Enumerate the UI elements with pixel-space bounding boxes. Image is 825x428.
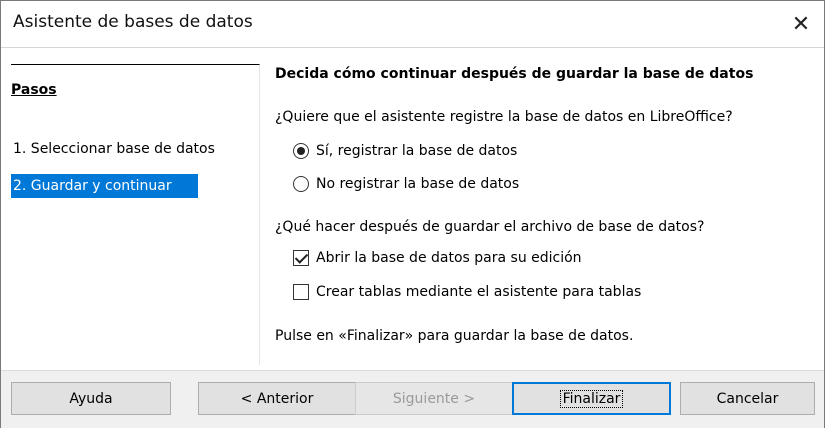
button-bar: Ayuda < Anterior Siguiente > Finalizar C… xyxy=(1,370,824,428)
checkbox-create-tables-label[interactable]: Crear tablas mediante el asistente para … xyxy=(316,284,641,300)
finish-button[interactable]: Finalizar xyxy=(512,382,671,415)
next-button[interactable]: Siguiente > xyxy=(355,382,513,415)
finish-instruction: Pulse en «Finalizar» para guardar la bas… xyxy=(275,328,634,344)
dialog-body: Pasos 1. Seleccionar base de datos 2. Gu… xyxy=(1,48,824,370)
help-button[interactable]: Ayuda xyxy=(11,382,171,415)
checkbox-unchecked-icon[interactable] xyxy=(293,284,309,300)
step-item-save-and-continue[interactable]: 2. Guardar y continuar xyxy=(11,174,198,198)
radio-register-no-label[interactable]: No registrar la base de datos xyxy=(316,176,519,192)
register-question: ¿Quiere que el asistente registre la bas… xyxy=(275,109,733,125)
checkbox-open-for-editing-label[interactable]: Abrir la base de datos para su edición xyxy=(316,250,582,266)
radio-unselected-icon[interactable] xyxy=(293,176,309,192)
previous-button[interactable]: < Anterior xyxy=(198,382,356,415)
step-item-select-database[interactable]: 1. Seleccionar base de datos xyxy=(11,137,217,161)
title-bar: Asistente de bases de datos ✕ xyxy=(1,1,824,48)
wizard-page-content: Decida cómo continuar después de guardar… xyxy=(275,48,815,370)
steps-panel xyxy=(11,64,260,365)
steps-title: Pasos xyxy=(11,82,57,98)
database-wizard-dialog: Asistente de bases de datos ✕ Pasos 1. S… xyxy=(0,0,825,428)
cancel-button[interactable]: Cancelar xyxy=(680,382,815,415)
finish-button-label: Finalizar xyxy=(559,389,624,408)
checkbox-create-tables[interactable]: Crear tablas mediante el asistente para … xyxy=(293,281,641,303)
window-title: Asistente de bases de datos xyxy=(13,12,253,32)
radio-register-no[interactable]: No registrar la base de datos xyxy=(293,173,519,195)
radio-selected-icon[interactable] xyxy=(293,143,309,159)
close-icon[interactable]: ✕ xyxy=(778,1,824,47)
after-save-question: ¿Qué hacer después de guardar el archivo… xyxy=(275,219,705,235)
checkbox-checked-icon[interactable] xyxy=(293,250,309,266)
radio-register-yes[interactable]: Sí, registrar la base de datos xyxy=(293,140,517,162)
page-heading: Decida cómo continuar después de guardar… xyxy=(275,66,754,82)
checkbox-open-for-editing[interactable]: Abrir la base de datos para su edición xyxy=(293,247,582,269)
radio-register-yes-label[interactable]: Sí, registrar la base de datos xyxy=(316,143,517,159)
